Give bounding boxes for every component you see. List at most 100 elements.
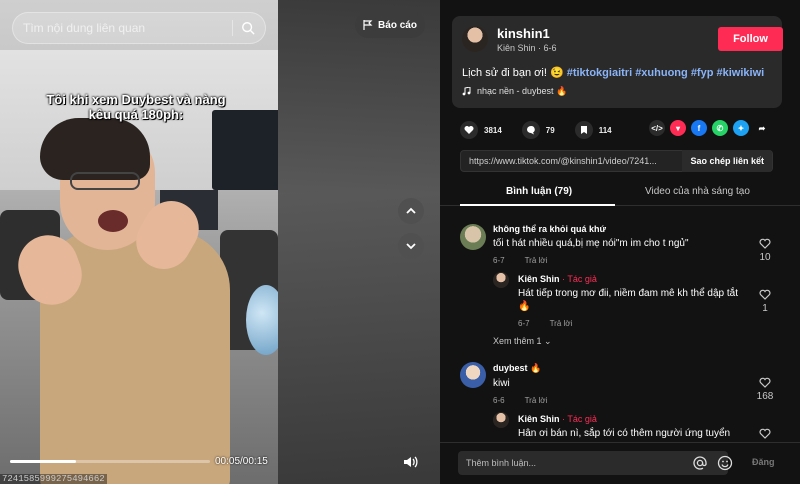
tab-creator-videos[interactable]: Video của nhà sáng tạo <box>645 186 750 197</box>
reply-link[interactable]: Trả lời <box>525 396 548 405</box>
reply-link[interactable]: Trả lời <box>550 319 573 328</box>
comment-like-button[interactable]: 10 <box>753 238 777 263</box>
commenter-name[interactable]: duybest 🔥 <box>493 363 733 374</box>
comment-text: Hân ơi bán nì, sắp tới có thêm người ứng… <box>518 428 731 439</box>
comment-meta: 6-7 Trả lời <box>518 319 743 328</box>
emoji-icon[interactable] <box>717 455 733 471</box>
whatsapp-icon[interactable]: ✆ <box>712 120 728 136</box>
comment-like-button[interactable]: 1 <box>753 289 777 314</box>
view-more-label: Xem thêm 1 <box>493 336 542 346</box>
comment-date: 6-6 <box>493 396 505 405</box>
report-button[interactable]: Báo cáo <box>355 12 425 38</box>
search-icon[interactable] <box>241 21 255 35</box>
post-comment-button[interactable]: Đăng <box>752 457 775 467</box>
flag-icon <box>363 20 373 30</box>
music-note-icon <box>462 87 471 96</box>
video-caption: Tôi khi xem Duybest và nàng kêu quá 180p… <box>46 92 226 122</box>
video-scene-globe <box>246 285 278 355</box>
search-bar[interactable] <box>12 12 266 44</box>
video-id-fragment: 7241585999275494662 <box>0 474 107 484</box>
author-avatar[interactable] <box>462 26 488 52</box>
video-scene-person <box>98 210 128 232</box>
comment-button[interactable]: 79 <box>521 121 555 139</box>
comment-count: 79 <box>545 125 555 135</box>
description-text: Lịch sử đi bạn ơi! 😉 <box>462 67 564 79</box>
comment-composer: Đăng <box>440 442 800 484</box>
follow-button[interactable]: Follow <box>718 27 783 51</box>
video-progress-bar[interactable] <box>10 460 210 463</box>
commenter-name[interactable]: Kiên Shin <box>518 414 560 424</box>
tiktok-video-page: Tôi khi xem Duybest và nàng kêu quá 180p… <box>0 0 800 484</box>
author-badge: · Tác giả <box>562 414 597 424</box>
comment-like-count: 10 <box>759 252 771 263</box>
video-stage: Tôi khi xem Duybest và nàng kêu quá 180p… <box>0 0 440 484</box>
comment-item: không thể ra khỏi quá khứ tối t hát nhiề… <box>493 224 733 265</box>
reply-author-line: Kiên Shin · Tác giả <box>518 274 743 284</box>
facebook-icon[interactable]: f <box>691 120 707 136</box>
heart-outline-icon <box>759 428 771 439</box>
reply-item: Kiên Shin · Tác giả Hân ơi bán nì, sắp t… <box>518 414 743 440</box>
copy-link-button[interactable]: Sao chép liên kết <box>682 150 772 172</box>
video-timer: 00:05/00:15 <box>215 456 268 467</box>
previous-video-button[interactable] <box>398 198 424 224</box>
hashtag-link[interactable]: #fyp <box>691 67 714 79</box>
reply-author-line: Kiên Shin · Tác giả <box>518 414 743 424</box>
chevron-down-icon <box>406 243 416 250</box>
volume-icon[interactable] <box>401 453 419 471</box>
mention-icon[interactable] <box>692 455 708 471</box>
reply-link[interactable]: Trả lời <box>525 256 548 265</box>
comment-input[interactable] <box>458 451 728 475</box>
music-link[interactable]: nhạc nền - duybest 🔥 <box>462 86 567 97</box>
chevron-down-icon: ⌄ <box>544 336 552 346</box>
embed-icon[interactable]: </> <box>649 120 665 136</box>
share-icons: </> ▾ f ✆ ✦ ➦ <box>649 120 770 136</box>
commenter-name[interactable]: không thể ra khỏi quá khứ <box>493 224 733 234</box>
commenter-avatar[interactable] <box>460 224 486 250</box>
next-video-button[interactable] <box>398 233 424 259</box>
comment-icon <box>521 121 540 139</box>
commenter-name[interactable]: Kiên Shin <box>518 274 560 284</box>
share-url[interactable]: https://www.tiktok.com/@kinshin1/video/7… <box>461 156 682 166</box>
search-input[interactable] <box>23 21 224 35</box>
heart-outline-icon <box>759 238 771 249</box>
post-date: 6-6 <box>543 43 557 53</box>
view-more-replies[interactable]: Xem thêm 1 ⌄ <box>493 336 552 347</box>
commenter-avatar[interactable] <box>460 362 486 388</box>
hashtag-link[interactable]: #kiwikiwi <box>717 67 765 79</box>
video-progress-fill <box>10 460 76 463</box>
share-arrow-icon[interactable]: ➦ <box>754 120 770 136</box>
tab-comments[interactable]: Bình luận (79) <box>506 186 572 197</box>
save-count: 114 <box>598 125 612 135</box>
comment-date: 6-7 <box>518 319 530 328</box>
twitter-icon[interactable]: ✦ <box>733 120 749 136</box>
author-card: kinshin1 Kiên Shin · 6-6 Follow Lịch sử … <box>452 16 783 108</box>
reply-item: Kiên Shin · Tác giả Hát tiếp trong mơ đi… <box>518 274 743 328</box>
panel-tabs: Bình luận (79) Video của nhà sáng tạo <box>440 178 800 206</box>
save-button[interactable]: 114 <box>574 121 612 139</box>
author-username[interactable]: kinshin1 <box>497 26 550 41</box>
video-player[interactable]: Tôi khi xem Duybest và nàng kêu quá 180p… <box>0 0 278 484</box>
search-divider <box>232 20 233 36</box>
chevron-up-icon <box>406 207 416 214</box>
details-panel: kinshin1 Kiên Shin · 6-6 Follow Lịch sử … <box>440 0 800 484</box>
comment-like-button[interactable] <box>753 428 777 442</box>
comment-like-count: 168 <box>756 391 774 402</box>
send-icon[interactable]: ▾ <box>670 120 686 136</box>
comment-meta: 6-6 Trả lời <box>493 396 733 405</box>
author-display-name: Kiên Shin <box>497 43 536 53</box>
like-button[interactable]: 3814 <box>460 121 502 139</box>
comment-meta: 6-7 Trả lời <box>493 256 733 265</box>
comment-like-button[interactable]: 168 <box>753 377 777 402</box>
active-tab-indicator <box>460 204 615 206</box>
share-link-box: https://www.tiktok.com/@kinshin1/video/7… <box>460 150 773 172</box>
video-scene-person <box>40 118 150 180</box>
comment-date: 6-7 <box>493 256 505 265</box>
commenter-avatar[interactable] <box>493 412 509 428</box>
bookmark-icon <box>574 121 593 139</box>
hashtag-link[interactable]: #tiktokgiaitri <box>567 67 632 79</box>
comment-text: Hát tiếp trong mơ đii, niềm đam mê kh th… <box>518 288 738 312</box>
video-scene-monitor <box>212 110 278 190</box>
hashtag-link[interactable]: #xuhuong <box>635 67 688 79</box>
heart-outline-icon <box>759 377 771 388</box>
commenter-avatar[interactable] <box>493 272 509 288</box>
